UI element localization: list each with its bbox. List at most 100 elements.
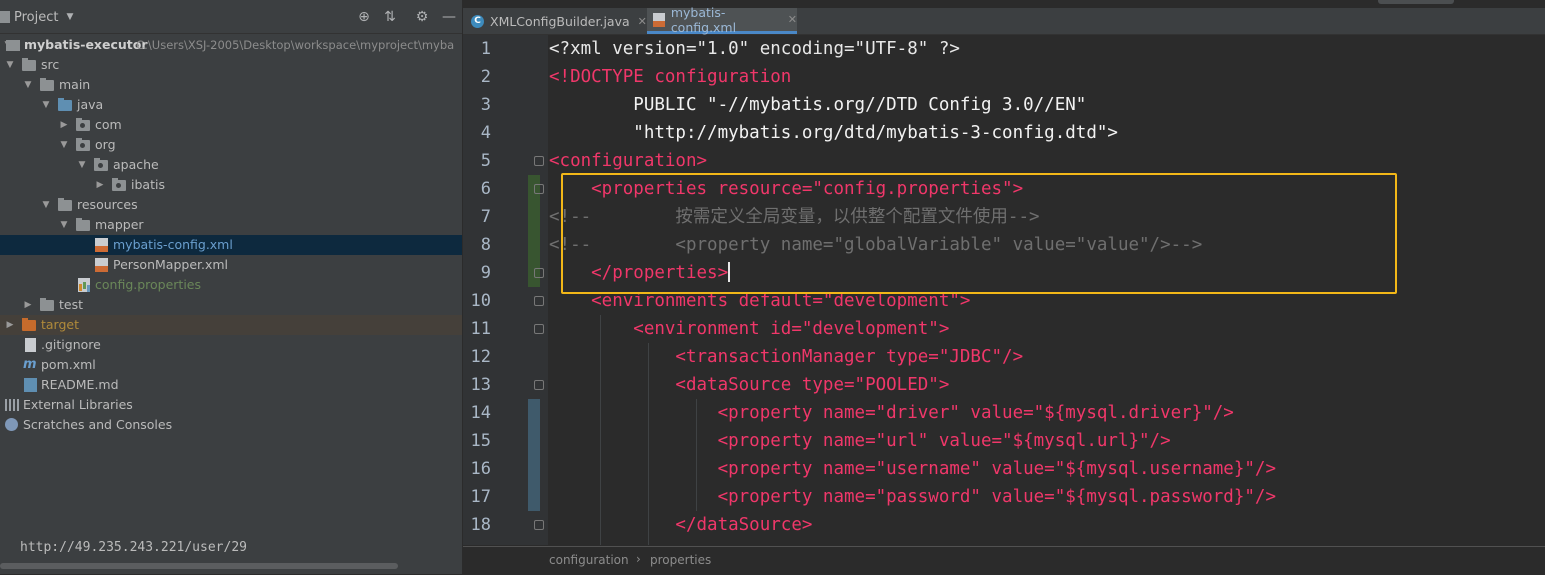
- tree-item-resources[interactable]: ▼ resources: [0, 195, 462, 215]
- line-number: 6: [480, 179, 491, 199]
- fold-marker-icon[interactable]: [534, 324, 544, 334]
- resources-folder-icon: [58, 198, 72, 212]
- fold-marker-icon[interactable]: [534, 380, 544, 390]
- tree-item-ibatis[interactable]: ▶ ibatis: [0, 175, 462, 195]
- tree-item-label: org: [95, 137, 116, 152]
- code-line-text: <configuration>: [549, 151, 708, 171]
- tree-item-pom-xml[interactable]: m pom.xml: [0, 355, 462, 375]
- line-number: 4: [480, 123, 491, 143]
- code-line-13[interactable]: <dataSource type="POOLED">: [549, 371, 949, 399]
- line-number: 15: [470, 431, 491, 451]
- code-line-text: <dataSource type="POOLED">: [549, 375, 950, 395]
- tree-item-external-libraries[interactable]: External Libraries: [0, 395, 462, 415]
- tree-item-label: src: [41, 57, 60, 72]
- tree-item-personmapper-xml[interactable]: PersonMapper.xml: [0, 255, 462, 275]
- breadcrumb-item-configuration[interactable]: configuration: [549, 553, 629, 567]
- tree-item-mapper[interactable]: ▼ mapper: [0, 215, 462, 235]
- tree-item-target[interactable]: ▶ target: [0, 315, 462, 335]
- tree-item-label: apache: [113, 157, 159, 172]
- code-line-5[interactable]: <configuration>: [549, 147, 707, 175]
- tree-item-gitignore[interactable]: .gitignore: [0, 335, 462, 355]
- code-line-text: </dataSource>: [549, 515, 813, 535]
- code-line-3[interactable]: PUBLIC "-//mybatis.org//DTD Config 3.0//…: [549, 91, 1086, 119]
- locate-file-icon[interactable]: ⊕: [356, 9, 372, 25]
- folder-icon: [40, 298, 54, 312]
- fold-marker-icon[interactable]: [534, 268, 544, 278]
- module-icon: [6, 38, 20, 52]
- highlight-box: [561, 173, 1397, 294]
- project-panel-title: Project: [14, 9, 59, 25]
- expand-arrow-icon[interactable]: ▼: [76, 155, 88, 175]
- collapse-arrow-icon[interactable]: ▶: [94, 175, 106, 195]
- collapse-arrow-icon[interactable]: ▶: [4, 315, 16, 335]
- folder-icon: [40, 78, 54, 92]
- code-line-16[interactable]: <property name="username" value="${mysql…: [549, 455, 1276, 483]
- tree-item-apache[interactable]: ▼ apache: [0, 155, 462, 175]
- hide-panel-icon[interactable]: —: [441, 9, 457, 25]
- tab-mybatis-config-xml[interactable]: mybatis-config.xml ✕: [647, 4, 797, 35]
- project-path: C:\Users\XSJ-2005\Desktop\workspace\mypr…: [136, 38, 455, 52]
- tree-item-label: pom.xml: [41, 357, 96, 372]
- tree-item-scratches-and-consoles[interactable]: Scratches and Consoles: [0, 415, 462, 435]
- close-icon[interactable]: ✕: [638, 15, 647, 28]
- tree-item-label: README.md: [41, 377, 119, 392]
- code-line-text: PUBLIC "-//mybatis.org//DTD Config 3.0//…: [549, 95, 1087, 115]
- tree-item-mybatis-config-xml[interactable]: mybatis-config.xml: [0, 235, 462, 255]
- tab-xmlconfigbuilder-java[interactable]: C XMLConfigBuilder.java ✕: [471, 8, 647, 34]
- fold-marker-icon[interactable]: [534, 520, 544, 530]
- tree-item-label: ibatis: [131, 177, 165, 192]
- tree-item-java[interactable]: ▼ java: [0, 95, 462, 115]
- expand-arrow-icon[interactable]: ▼: [4, 55, 16, 75]
- project-view-selector[interactable]: Project ▼: [0, 8, 73, 26]
- tree-item-label: mapper: [95, 217, 144, 232]
- package-icon: [94, 158, 108, 172]
- collapse-arrow-icon[interactable]: ▶: [58, 115, 70, 135]
- tree-item-label: target: [41, 317, 80, 332]
- collapse-arrow-icon[interactable]: ▶: [22, 295, 34, 315]
- fold-marker-icon[interactable]: [534, 296, 544, 306]
- tree-item-org[interactable]: ▼ org: [0, 135, 462, 155]
- line-number: 2: [480, 67, 491, 87]
- line-number: 18: [470, 515, 491, 535]
- tree-item-readme-md[interactable]: README.md: [0, 375, 462, 395]
- code-line-14[interactable]: <property name="driver" value="${mysql.d…: [549, 399, 1234, 427]
- code-line-text: <environment id="development">: [549, 319, 950, 339]
- tree-item-config-properties[interactable]: config.properties: [0, 275, 462, 295]
- tree-item-com[interactable]: ▶ com: [0, 115, 462, 135]
- fold-marker-icon[interactable]: [534, 184, 544, 194]
- code-line-1[interactable]: <?xml version="1.0" encoding="UTF-8" ?>: [549, 35, 960, 63]
- tree-item-src[interactable]: ▼ src: [0, 55, 462, 75]
- code-line-text: <transactionManager type="JDBC"/>: [549, 347, 1024, 367]
- expand-arrow-icon[interactable]: ▼: [58, 135, 70, 155]
- editor-tab-bar: C XMLConfigBuilder.java ✕ mybatis-config…: [463, 4, 1545, 35]
- excluded-folder-icon: [22, 318, 36, 332]
- expand-arrow-icon[interactable]: ▼: [22, 75, 34, 95]
- code-line-text: <!DOCTYPE configuration: [549, 67, 792, 87]
- breadcrumb-item-properties[interactable]: properties: [650, 553, 711, 567]
- tree-item-label: java: [77, 97, 104, 112]
- code-line-11[interactable]: <environment id="development">: [549, 315, 949, 343]
- fold-marker-icon[interactable]: [534, 156, 544, 166]
- code-line-15[interactable]: <property name="url" value="${mysql.url}…: [549, 427, 1171, 455]
- tree-item-label: mybatis-config.xml: [113, 237, 233, 252]
- line-number: 9: [480, 263, 491, 283]
- tree-item-label: External Libraries: [23, 397, 133, 412]
- expand-arrow-icon[interactable]: ▼: [58, 215, 70, 235]
- collapse-all-icon[interactable]: ⇅: [382, 9, 398, 25]
- tree-item-main[interactable]: ▼ main: [0, 75, 462, 95]
- code-line-2[interactable]: <!DOCTYPE configuration: [549, 63, 791, 91]
- close-icon[interactable]: ✕: [788, 13, 797, 26]
- tab-label: mybatis-config.xml: [670, 4, 737, 35]
- horizontal-scrollbar[interactable]: [0, 563, 398, 569]
- tree-item-label: Scratches and Consoles: [23, 417, 173, 432]
- expand-arrow-icon[interactable]: ▼: [40, 95, 52, 115]
- code-line-12[interactable]: <transactionManager type="JDBC"/>: [549, 343, 1023, 371]
- source-folder-icon: [58, 98, 72, 112]
- gear-icon[interactable]: ⚙: [414, 9, 430, 25]
- expand-arrow-icon[interactable]: ▼: [40, 195, 52, 215]
- tree-item-mybatis-executor[interactable]: ▼ mybatis-executor C:\Users\XSJ-2005\Des…: [0, 35, 462, 55]
- code-line-18[interactable]: </dataSource>: [549, 511, 812, 539]
- code-line-4[interactable]: "http://mybatis.org/dtd/mybatis-3-config…: [549, 119, 1118, 147]
- code-line-17[interactable]: <property name="password" value="${mysql…: [549, 483, 1276, 511]
- tree-item-test[interactable]: ▶ test: [0, 295, 462, 315]
